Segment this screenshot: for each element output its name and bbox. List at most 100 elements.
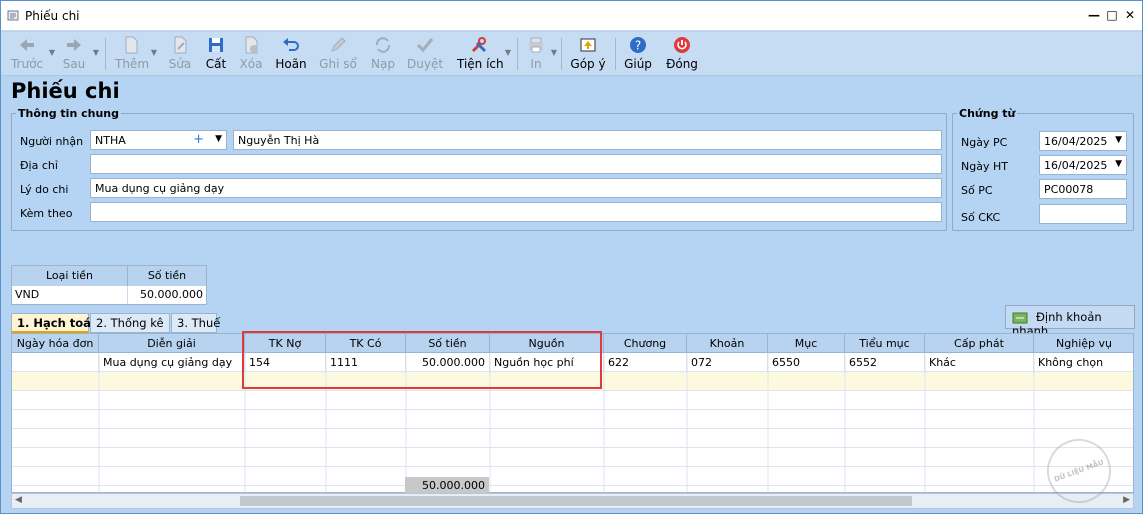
app-icon [7,10,19,21]
date-ht-value: 16/04/2025 [1044,159,1108,172]
add-label: Thêm [115,57,150,71]
col-item[interactable]: Khoản [687,334,768,353]
attach-field[interactable] [90,202,942,222]
close-form-label: Đóng [666,57,698,71]
toolbar-separator [615,38,616,70]
no-pc-label: Số PC [961,184,993,197]
load-label: Nạp [371,57,395,71]
tab-tax[interactable]: 3. Thuế [171,313,220,333]
post-button[interactable]: Ghi sổ [319,34,357,74]
add-icon[interactable]: + [193,132,204,147]
scrollbar-thumb[interactable] [240,496,912,506]
address-field[interactable] [90,154,942,174]
help-label: Giúp [624,57,652,71]
quick-entry-button[interactable]: Định khoản nhanh [1005,305,1135,338]
delete-icon [245,36,258,54]
postpone-button[interactable]: Hoãn [274,34,308,74]
toolbar: Trước ▼ Sau ▼ Thêm ▼ Sửa Cất Xóa Hoãn Gh… [1,32,1142,76]
save-button[interactable]: Cất [202,34,230,74]
window-title: Phiếu chi [25,9,80,23]
load-button[interactable]: Nạp [369,34,397,74]
no-ckc-field[interactable] [1039,204,1127,224]
date-ht-picker[interactable]: 16/04/2025 ▼ [1039,155,1127,175]
utilities-button[interactable]: Tiện ích ▼ [457,34,511,74]
date-pc-picker[interactable]: 16/04/2025 ▼ [1039,131,1127,151]
close-button[interactable]: ✕ [1123,8,1137,22]
feedback-button[interactable]: Góp ý [569,34,607,74]
general-info-legend: Thông tin chung [18,107,120,120]
edit-label: Sửa [168,57,192,71]
payment-voucher-window: Phiếu chi — □ ✕ Trước ▼ Sau ▼ Thêm ▼ Sửa… [0,0,1143,514]
col-description[interactable]: Diễn giải [99,334,245,353]
delete-button[interactable]: Xóa [237,34,265,74]
reason-field[interactable]: Mua dụng cụ giảng dạy [90,178,942,198]
next-label: Sau [62,57,86,71]
page-title: Phiếu chi [11,79,120,103]
quick-entry-icon [1012,312,1028,324]
chevron-down-icon: ▼ [48,48,55,57]
post-label: Ghi sổ [319,57,357,71]
add-button[interactable]: Thêm ▼ [115,34,157,74]
col-credit-account[interactable]: TK Có [326,334,406,353]
arrow-right-icon [67,39,81,51]
currency-row[interactable]: VND 50.000.000 [12,286,206,304]
currency-amount-cell[interactable]: 50.000.000 [128,286,206,304]
help-button[interactable]: ? Giúp [623,34,653,74]
chevron-down-icon: ▼ [504,48,511,57]
grid-lines [98,353,1035,492]
close-form-button[interactable]: Đóng [665,34,699,74]
edit-button[interactable]: Sửa [166,34,194,74]
col-source[interactable]: Nguồn [490,334,604,353]
previous-label: Trước [10,57,44,71]
previous-button[interactable]: Trước ▼ [9,34,55,74]
col-chapter[interactable]: Chương [604,334,687,353]
amount-total: 50.000.000 [405,477,489,493]
minimize-button[interactable]: — [1087,8,1101,22]
currency-type-header: Loại tiền [12,266,128,286]
title-bar: Phiếu chi — □ ✕ [1,1,1142,31]
next-button[interactable]: Sau ▼ [59,34,99,74]
chevron-down-icon[interactable]: ▼ [1115,135,1122,145]
save-label: Cất [205,57,227,71]
arrow-left-icon [20,39,34,51]
tab-accounting[interactable]: 1. Hạch toán [11,313,99,333]
chevron-down-icon: ▼ [550,48,557,57]
tools-icon [471,37,487,53]
scroll-left-icon[interactable]: ◀ [15,495,22,505]
attach-label: Kèm theo [20,207,73,220]
col-debit-account[interactable]: TK Nợ [245,334,326,353]
no-pc-field[interactable]: PC00078 [1039,179,1127,199]
toolbar-separator [561,38,562,70]
save-icon [209,38,223,52]
approve-button[interactable]: Duyệt [407,34,443,74]
maximize-button[interactable]: □ [1105,8,1119,22]
accounting-grid: Ngày hóa đơn Diễn giải TK Nợ TK Có Số ti… [11,333,1134,493]
scroll-right-icon[interactable]: ▶ [1123,495,1130,505]
approve-label: Duyệt [407,57,444,71]
tab-statistics[interactable]: 2. Thống kê [90,313,170,333]
currency-amount-header: Số tiền [147,269,187,282]
col-allocation[interactable]: Cấp phát [925,334,1034,353]
date-pc-label: Ngày PC [961,136,1008,149]
chevron-down-icon[interactable]: ▼ [215,134,222,144]
print-button[interactable]: In ▼ [525,34,557,74]
date-pc-value: 16/04/2025 [1044,135,1108,148]
currency-type-cell[interactable]: VND [12,286,128,304]
refresh-icon [375,37,391,53]
col-section[interactable]: Mục [768,334,845,353]
col-operation[interactable]: Nghiệp vụ [1034,334,1133,353]
delete-label: Xóa [239,57,263,71]
edit-document-icon [174,36,187,54]
recipient-label: Người nhận [20,135,84,148]
col-subsection[interactable]: Tiểu mục [845,334,925,353]
help-icon: ? [630,37,646,53]
postpone-label: Hoãn [275,57,307,71]
recipient-code-select[interactable]: NTHA + ▼ [90,130,227,150]
chevron-down-icon[interactable]: ▼ [1115,159,1122,169]
col-invoice-date[interactable]: Ngày hóa đơn [12,334,99,353]
pencil-icon [331,37,346,52]
recipient-name-field[interactable]: Nguyễn Thị Hà [233,130,942,150]
print-label: In [530,57,542,71]
horizontal-scrollbar[interactable]: ◀ ▶ [11,493,1134,509]
col-amount[interactable]: Số tiền [406,334,490,353]
